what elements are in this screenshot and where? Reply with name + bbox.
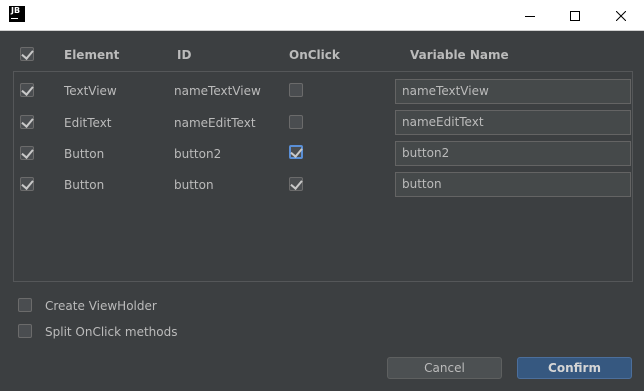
cancel-button[interactable]: Cancel: [387, 357, 502, 379]
column-header-variable-name: Variable Name: [410, 48, 509, 62]
row-onclick-checkbox[interactable]: [289, 83, 303, 97]
row-element-type: Button: [64, 178, 105, 192]
row-onclick-checkbox[interactable]: [289, 145, 303, 159]
split-onclick-checkbox[interactable]: [18, 324, 32, 338]
app-logo-icon: JB: [9, 6, 25, 22]
split-onclick-label: Split OnClick methods: [45, 325, 178, 339]
minimize-button[interactable]: [507, 0, 553, 31]
row-select-checkbox[interactable]: [20, 146, 34, 160]
row-select-checkbox[interactable]: [20, 83, 34, 97]
minimize-icon: [525, 15, 535, 17]
row-element-id: button2: [174, 147, 222, 161]
maximize-icon: [570, 10, 580, 21]
row-select-checkbox[interactable]: [20, 177, 34, 191]
maximize-button[interactable]: [552, 0, 598, 31]
variable-name-input[interactable]: button: [395, 172, 631, 197]
variable-name-input[interactable]: nameTextView: [395, 79, 631, 104]
close-icon: [616, 10, 626, 21]
column-header-id: ID: [177, 48, 192, 62]
row-select-checkbox[interactable]: [20, 115, 34, 129]
column-header-onclick: OnClick: [289, 48, 340, 62]
column-header-element: Element: [64, 48, 120, 62]
row-element-type: EditText: [64, 116, 112, 130]
select-all-checkbox[interactable]: [20, 47, 34, 61]
variable-name-input[interactable]: nameEditText: [395, 110, 631, 135]
row-onclick-checkbox[interactable]: [289, 115, 303, 129]
row-onclick-checkbox[interactable]: [289, 177, 303, 191]
create-viewholder-checkbox[interactable]: [18, 298, 32, 312]
row-element-id: nameEditText: [174, 116, 256, 130]
close-button[interactable]: [598, 0, 644, 31]
dialog-content: Element ID OnClick Variable Name TextVie…: [0, 31, 644, 391]
confirm-button[interactable]: Confirm: [517, 357, 632, 379]
create-viewholder-label: Create ViewHolder: [45, 299, 157, 313]
row-element-id: nameTextView: [174, 84, 261, 98]
row-element-id: button: [174, 178, 214, 192]
title-bar: JB: [0, 0, 644, 31]
row-element-type: TextView: [64, 84, 117, 98]
variable-name-input[interactable]: button2: [395, 141, 631, 166]
row-element-type: Button: [64, 147, 105, 161]
